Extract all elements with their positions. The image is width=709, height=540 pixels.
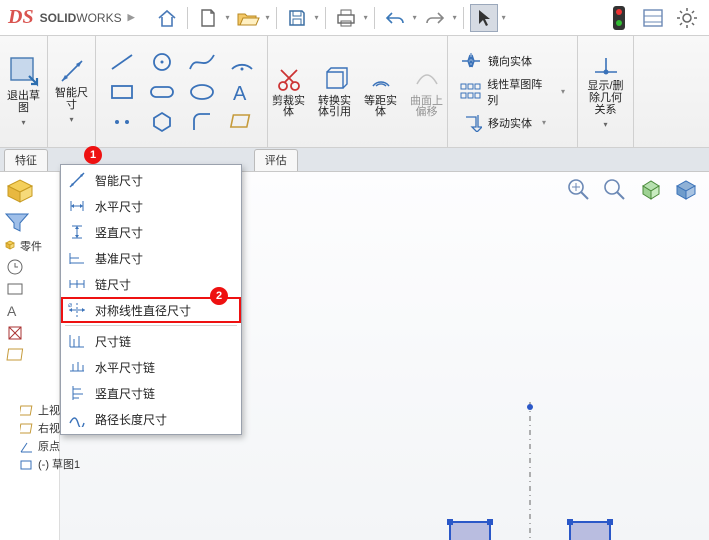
history-icon[interactable] bbox=[6, 258, 28, 276]
tab-features[interactable]: 特征 bbox=[4, 149, 48, 171]
settings-icon[interactable] bbox=[673, 4, 701, 32]
svg-text:A: A bbox=[7, 303, 17, 319]
sensors-icon[interactable] bbox=[6, 280, 28, 298]
zoom-area-icon[interactable] bbox=[601, 176, 629, 204]
display-style-icon[interactable] bbox=[673, 176, 701, 204]
point-tool-icon[interactable] bbox=[104, 108, 140, 136]
svg-text:⌀: ⌀ bbox=[68, 302, 72, 309]
ds-logo-icon: DS bbox=[8, 6, 34, 29]
plane-tool-icon[interactable] bbox=[224, 108, 260, 136]
view-toolbar bbox=[565, 176, 701, 204]
menu-ordinate-dim[interactable]: 尺寸链 bbox=[61, 328, 241, 354]
circle-tool-icon[interactable] bbox=[144, 48, 180, 76]
spline-tool-icon[interactable] bbox=[184, 48, 220, 76]
chain-dim-icon bbox=[67, 274, 87, 294]
home-icon[interactable] bbox=[153, 4, 181, 32]
ordinate-icon bbox=[67, 331, 87, 351]
move-button[interactable]: 移动实体▾ bbox=[460, 114, 565, 132]
material-icon[interactable] bbox=[6, 324, 28, 342]
trim-button[interactable]: 剪裁实 体 bbox=[269, 66, 309, 118]
ribbon: 退出草 图 ▾ 智能尺 寸 ▾ A 剪裁实 体 bbox=[0, 36, 709, 148]
smart-dimension-button[interactable]: 智能尺 寸 ▾ bbox=[48, 36, 96, 147]
sketch-tools-group: A bbox=[96, 36, 268, 147]
convert-button[interactable]: 转换实 体引用 bbox=[315, 66, 355, 118]
mirror-button[interactable]: 镜向实体 bbox=[460, 52, 565, 70]
callout-badge-2: 2 bbox=[210, 287, 228, 305]
callout-badge-1: 1 bbox=[84, 146, 102, 164]
v-ordinate-icon bbox=[67, 383, 87, 403]
ellipse-tool-icon[interactable] bbox=[184, 78, 220, 106]
menu-horizontal-dim[interactable]: 水平尺寸 bbox=[61, 193, 241, 219]
view-orientation-icon[interactable] bbox=[637, 176, 665, 204]
vdim-icon bbox=[67, 222, 87, 242]
redo-icon[interactable] bbox=[421, 4, 449, 32]
app-logo: DS SOLIDWORKS ▶ bbox=[8, 6, 135, 29]
svg-text:A: A bbox=[233, 83, 247, 104]
offset-button[interactable]: 等距实 体 bbox=[361, 66, 401, 118]
menu-baseline-dim[interactable]: 基准尺寸 bbox=[61, 245, 241, 271]
menu-v-ordinate-dim[interactable]: 竖直尺寸链 bbox=[61, 380, 241, 406]
rectangle-tool-icon[interactable] bbox=[104, 78, 140, 106]
tree-root-label: 零件 bbox=[2, 238, 57, 254]
exit-sketch-button[interactable]: 退出草 图 ▾ bbox=[0, 36, 48, 147]
quick-access-toolbar: ▾ ▾ ▾ ▾ ▾ ▾ ▾ bbox=[153, 4, 506, 32]
annotations-icon[interactable]: A bbox=[6, 302, 28, 320]
pattern-button[interactable]: 线性草图阵列▾ bbox=[460, 76, 565, 108]
hdim-icon bbox=[67, 196, 87, 216]
path-len-icon bbox=[67, 409, 87, 429]
fillet-tool-icon[interactable] bbox=[184, 108, 220, 136]
transform-group: 镜向实体 线性草图阵列▾ 移动实体▾ bbox=[448, 36, 578, 147]
panel-icon[interactable] bbox=[639, 4, 667, 32]
tree-item[interactable]: (-) 草图1 bbox=[20, 456, 93, 474]
line-tool-icon[interactable] bbox=[104, 48, 140, 76]
menu-h-ordinate-dim[interactable]: 水平尺寸链 bbox=[61, 354, 241, 380]
select-icon[interactable] bbox=[470, 4, 498, 32]
plane-front-icon[interactable] bbox=[6, 346, 28, 364]
zoom-fit-icon[interactable] bbox=[565, 176, 593, 204]
sketch-geometry bbox=[340, 402, 709, 540]
show-relations-button[interactable]: 显示/删 除几何 关系 ▾ bbox=[578, 36, 634, 147]
undo-icon[interactable] bbox=[381, 4, 409, 32]
text-tool-icon[interactable]: A bbox=[224, 78, 260, 106]
left-pane: 零件 A bbox=[0, 172, 60, 540]
print-icon[interactable] bbox=[332, 4, 360, 32]
menu-path-length-dim[interactable]: 路径长度尺寸 bbox=[61, 406, 241, 432]
tab-evaluate[interactable]: 评估 bbox=[254, 149, 298, 171]
new-icon[interactable] bbox=[194, 4, 222, 32]
h-ordinate-icon bbox=[67, 357, 87, 377]
slot-tool-icon[interactable] bbox=[144, 78, 180, 106]
polygon-tool-icon[interactable] bbox=[144, 108, 180, 136]
save-icon[interactable] bbox=[283, 4, 311, 32]
arc-tool-icon[interactable] bbox=[224, 48, 260, 76]
traffic-light-icon[interactable] bbox=[605, 4, 633, 32]
part-icon[interactable] bbox=[2, 176, 36, 206]
title-bar-right bbox=[605, 4, 701, 32]
sym-dia-icon: ⌀ bbox=[67, 300, 87, 320]
tree-item[interactable]: 原点 bbox=[20, 438, 93, 456]
smart-dim-icon bbox=[67, 170, 87, 190]
filter-icon[interactable] bbox=[2, 210, 32, 234]
title-bar: DS SOLIDWORKS ▶ ▾ ▾ ▾ ▾ ▾ ▾ ▾ bbox=[0, 0, 709, 36]
open-icon[interactable] bbox=[234, 4, 262, 32]
menu-vertical-dim[interactable]: 竖直尺寸 bbox=[61, 219, 241, 245]
menu-smart-dim[interactable]: 智能尺寸 bbox=[61, 167, 241, 193]
baseline-dim-icon bbox=[67, 248, 87, 268]
entity-ops-group: 剪裁实 体 转换实 体引用 等距实 体 曲面上 偏移 bbox=[268, 36, 448, 147]
surface-offset-button: 曲面上 偏移 bbox=[407, 66, 447, 118]
